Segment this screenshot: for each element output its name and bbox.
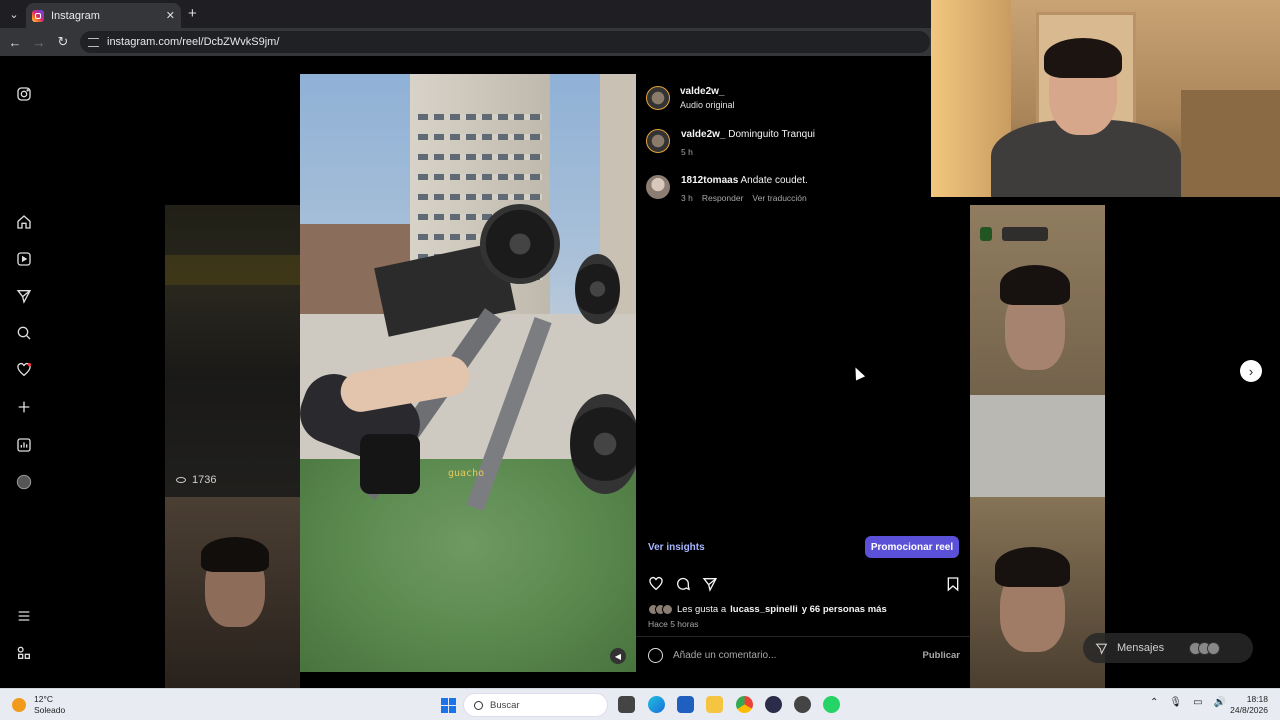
reply-button[interactable]: Responder [702, 193, 744, 203]
windows-taskbar: 12°C Soleado Buscar ⌃ 🎙 ▭ 🔊 18:18 24/8/2… [0, 688, 1280, 720]
divider [636, 636, 970, 637]
search-icon [474, 700, 483, 710]
likes-others[interactable]: y 66 personas más [802, 604, 887, 615]
messages-label: Mensajes [1117, 642, 1165, 654]
weather-widget[interactable]: 12°C Soleado [12, 694, 65, 716]
comment-text: Andate coudet. [740, 175, 808, 186]
network-icon[interactable]: ▭ [1193, 697, 1202, 708]
site-settings-icon[interactable] [88, 37, 99, 47]
save-bookmark-icon[interactable] [945, 576, 961, 597]
comment-icon[interactable] [675, 576, 691, 592]
tab-instagram[interactable]: Instagram ✕ [26, 3, 181, 28]
heart-icon[interactable] [14, 360, 34, 380]
clock-time: 18:18 [1246, 694, 1268, 704]
comment-caption: valde2w_ Dominguito Tranqui 5 h [646, 129, 815, 157]
view-count: 1736 [176, 474, 216, 486]
chevron-up-icon[interactable]: ⌃ [1150, 697, 1158, 708]
message-avatars [1189, 641, 1221, 655]
comment-time: 5 h [681, 147, 693, 157]
search-icon[interactable] [14, 323, 34, 343]
avatar[interactable] [646, 129, 670, 153]
avatar[interactable] [646, 86, 670, 110]
likes-summary[interactable]: Les gusta a lucass_spinelli y 66 persona… [648, 604, 887, 615]
comment-time: 3 h [681, 193, 693, 203]
post-timestamp: Hace 5 horas [648, 619, 699, 629]
forward-arrow-icon[interactable]: → [31, 34, 47, 50]
see-translation-button[interactable]: Ver traducción [752, 193, 806, 203]
file-explorer-icon[interactable] [706, 696, 723, 713]
video-caption-overlay: guacho [448, 468, 485, 479]
new-tab-button[interactable]: + [188, 5, 197, 22]
comment-item: 1812tomaas Andate coudet. 3 h Responder … [646, 175, 808, 203]
like-heart-icon[interactable] [648, 576, 664, 592]
send-icon[interactable] [14, 286, 34, 306]
obs-icon[interactable] [765, 696, 782, 713]
home-icon[interactable] [14, 212, 34, 232]
webcam-overlay [931, 0, 1280, 197]
author-username[interactable]: valde2w_ [680, 86, 735, 97]
back-arrow-icon[interactable]: ← [7, 34, 23, 50]
reel-thumbnail[interactable] [165, 205, 300, 497]
post-author[interactable]: valde2w_ Audio original [646, 86, 735, 110]
reel-thumbnail[interactable] [970, 205, 1105, 497]
reload-icon[interactable]: ↻ [55, 34, 71, 50]
meta-apps-icon[interactable] [14, 643, 34, 663]
system-tray: ⌃ 🎙 ▭ 🔊 [1150, 697, 1226, 708]
comment-username[interactable]: valde2w_ [681, 129, 725, 140]
edge-icon[interactable] [648, 696, 665, 713]
menu-icon[interactable] [14, 606, 34, 626]
windows-start-icon[interactable] [441, 698, 456, 713]
url-field[interactable]: instagram.com/reel/DcbZWvkS9jm/ [80, 31, 930, 53]
clock-date: 24/8/2026 [1230, 705, 1268, 715]
reel-details-panel: valde2w_ Audio original valde2w_ Domingu… [636, 74, 970, 672]
microphone-icon[interactable]: 🎙 [1169, 697, 1182, 708]
liker-username[interactable]: lucass_spinelli [730, 604, 798, 615]
whatsapp-icon[interactable] [823, 696, 840, 713]
comment-username[interactable]: 1812tomaas [681, 175, 738, 186]
reel-thumbnail[interactable] [165, 497, 300, 688]
eye-icon [176, 477, 186, 483]
send-icon [1095, 643, 1108, 655]
comment-input[interactable] [673, 649, 913, 661]
avatar[interactable] [646, 175, 670, 199]
close-tab-icon[interactable]: ✕ [166, 9, 175, 22]
temperature: 12°C [34, 694, 53, 704]
liker-avatars [648, 604, 673, 615]
taskbar-search[interactable]: Buscar [463, 693, 608, 717]
weather-condition: Soleado [34, 705, 66, 715]
browser-window: ⌄ Instagram ✕ + ← → ↻ instagram.com/reel… [0, 0, 1280, 688]
tab-search-button[interactable]: ⌄ [4, 4, 24, 24]
comment-text: Dominguito Tranqui [728, 129, 815, 140]
url-text: instagram.com/reel/DcbZWvkS9jm/ [107, 36, 280, 48]
instagram-logo-icon[interactable] [14, 84, 34, 104]
sun-icon [12, 698, 26, 712]
task-view-icon[interactable] [618, 696, 635, 713]
plus-icon[interactable] [14, 397, 34, 417]
comment-composer: Publicar [648, 646, 960, 664]
tab-title: Instagram [51, 9, 100, 22]
view-insights-link[interactable]: Ver insights [648, 542, 705, 553]
store-icon[interactable] [677, 696, 694, 713]
next-reel-button[interactable]: › [1240, 360, 1262, 382]
insights-icon[interactable] [14, 435, 34, 455]
app-icon[interactable] [794, 696, 811, 713]
audio-label[interactable]: Audio original [680, 100, 735, 110]
clock[interactable]: 18:18 24/8/2026 [1224, 694, 1268, 716]
post-actions [648, 576, 718, 592]
share-icon[interactable] [702, 576, 718, 592]
sidebar-nav [0, 56, 48, 688]
reel-thumbnail[interactable] [970, 497, 1105, 688]
promote-reel-button[interactable]: Promocionar reel [865, 536, 959, 558]
emoji-icon[interactable] [648, 647, 663, 663]
reels-icon[interactable] [14, 249, 34, 269]
reel-video[interactable]: guacho ◀ [300, 74, 636, 672]
profile-avatar[interactable] [14, 472, 34, 492]
messages-button[interactable]: Mensajes [1083, 633, 1253, 663]
publish-button[interactable]: Publicar [923, 650, 961, 661]
chrome-icon[interactable] [736, 696, 753, 713]
instagram-favicon-icon [32, 9, 44, 22]
search-placeholder: Buscar [490, 699, 520, 711]
mute-icon[interactable]: ◀ [610, 648, 626, 664]
